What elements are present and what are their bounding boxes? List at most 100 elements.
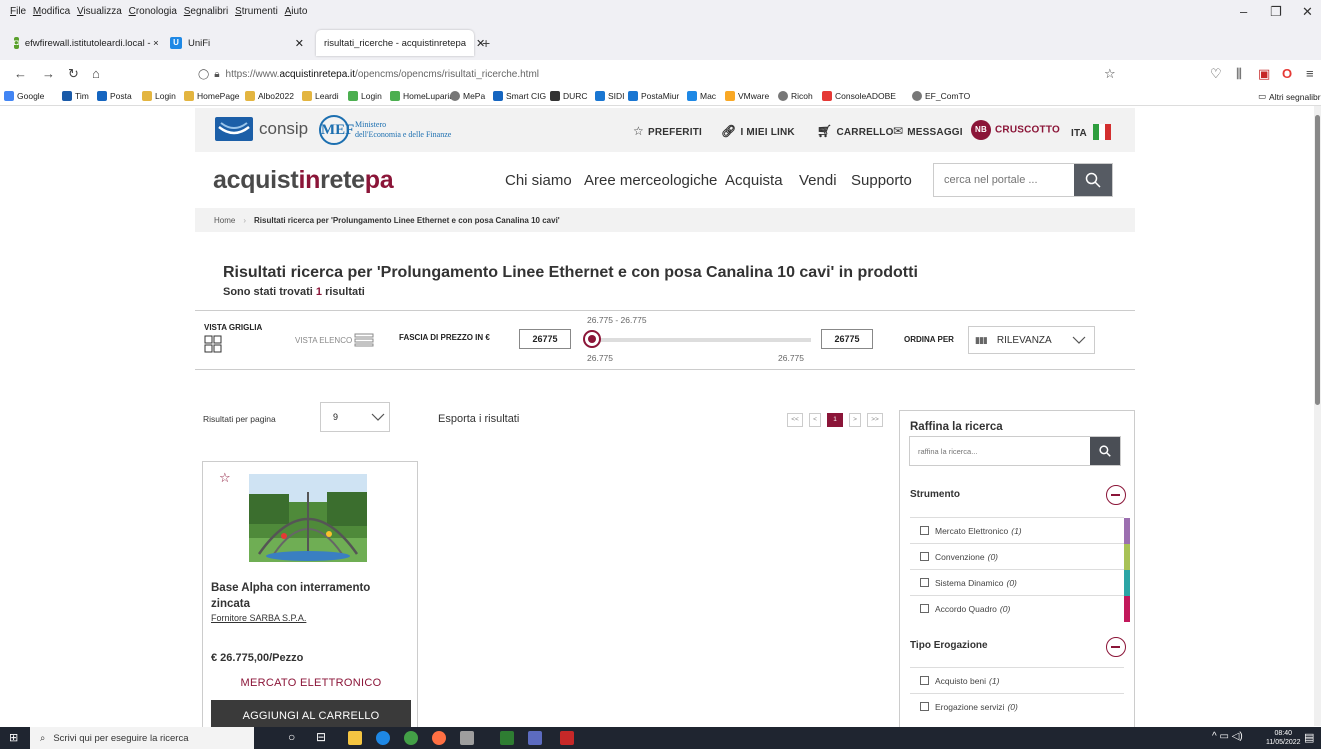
product-image[interactable] bbox=[249, 474, 367, 562]
close-tab-icon[interactable]: ✕ bbox=[285, 37, 304, 50]
sort-select[interactable]: ▮▮▮ RILEVANZA bbox=[968, 326, 1095, 354]
nav-supporto[interactable]: Supporto bbox=[851, 172, 912, 189]
collapse-strumento-icon[interactable] bbox=[1106, 485, 1126, 505]
taskbar-search[interactable]: ⌕ Scrivi qui per eseguire la ricerca bbox=[30, 727, 254, 749]
pdf-extension-icon[interactable]: ▣ bbox=[1258, 66, 1270, 82]
bookmark-posta[interactable]: Posta bbox=[97, 91, 132, 101]
menu-modifica[interactable]: Modifica bbox=[33, 6, 70, 17]
filter-option-accordo-quadro[interactable]: Accordo Quadro (0) bbox=[910, 595, 1130, 622]
export-results-link[interactable]: Esporta i risultati bbox=[438, 413, 519, 425]
mef-logo[interactable]: MEF Ministero dell'Economia e delle Fina… bbox=[319, 115, 451, 145]
acquistinretepa-logo[interactable]: acquistinretepa bbox=[213, 166, 394, 195]
menu-aiuto[interactable]: Aiuto bbox=[285, 6, 308, 17]
price-slider-track[interactable] bbox=[591, 338, 811, 342]
bookmark-tim[interactable]: Tim bbox=[62, 91, 89, 101]
menu-file[interactable]: File bbox=[10, 6, 26, 17]
bookmark-login[interactable]: Login bbox=[142, 91, 176, 101]
filter-option-acquisto-beni[interactable]: Acquisto beni (1) bbox=[910, 667, 1124, 693]
filter-option-mercato-elettronico[interactable]: Mercato Elettronico (1) bbox=[910, 517, 1130, 544]
product-supplier-link[interactable]: Fornitore SARBA S.P.A. bbox=[211, 613, 306, 623]
checkbox[interactable] bbox=[920, 702, 929, 711]
menu-strumenti[interactable]: Strumenti bbox=[235, 6, 278, 17]
edge-icon[interactable] bbox=[376, 731, 390, 745]
bookmark-star-icon[interactable]: ☆ bbox=[1104, 66, 1116, 82]
acrobat-icon[interactable] bbox=[560, 731, 574, 745]
cortana-icon[interactable]: ○ bbox=[288, 730, 295, 744]
bookmark-albo2022[interactable]: Albo2022 bbox=[245, 91, 294, 101]
consip-logo[interactable]: consip bbox=[215, 117, 308, 141]
carrello-link[interactable]: 🛒︎ CARRELLO bbox=[817, 124, 894, 138]
tray-icons[interactable]: ^ ▭ ◁) bbox=[1212, 731, 1243, 742]
price-slider-handle[interactable] bbox=[583, 330, 601, 348]
pocket-icon[interactable]: ♡ bbox=[1210, 66, 1222, 82]
filter-option-sistema-dinamico[interactable]: Sistema Dinamico (0) bbox=[910, 569, 1130, 596]
list-view-toggle[interactable]: VISTA ELENCO bbox=[295, 333, 374, 347]
menu-cronologia[interactable]: Cronologia bbox=[129, 6, 177, 17]
restore-icon[interactable]: ❐ bbox=[1270, 4, 1282, 20]
preferiti-link[interactable]: ☆ PREFERITI bbox=[633, 124, 702, 138]
price-max-input[interactable]: 26775 bbox=[821, 329, 873, 349]
library-icon[interactable]: ⫼ bbox=[1236, 66, 1242, 82]
favorite-star-icon[interactable]: ☆ bbox=[219, 470, 231, 486]
bookmark-homeluparia[interactable]: HomeLuparia bbox=[390, 91, 454, 101]
back-icon[interactable]: ← bbox=[14, 66, 27, 81]
tools-icon[interactable] bbox=[460, 731, 474, 745]
bookmark-homepage[interactable]: HomePage bbox=[184, 91, 240, 101]
bookmark-mepa[interactable]: MePa bbox=[450, 91, 485, 101]
nav-aree-merceologiche[interactable]: Aree merceologiche bbox=[584, 172, 717, 189]
cruscotto-link[interactable]: NB CRUSCOTTO bbox=[971, 120, 1060, 140]
bookmark-postamiur[interactable]: PostaMiur bbox=[628, 91, 679, 101]
reload-icon[interactable]: ↻ bbox=[68, 66, 79, 82]
product-title[interactable]: Base Alpha con interramento zincata bbox=[211, 580, 411, 612]
bookmark-consoleadobe[interactable]: ConsoleADOBE bbox=[822, 91, 896, 101]
pagination-last[interactable]: >> bbox=[867, 413, 883, 427]
home-icon[interactable]: ⌂ bbox=[92, 66, 100, 81]
app-icon[interactable] bbox=[528, 731, 542, 745]
bookmark-durc[interactable]: DURC bbox=[550, 91, 588, 101]
chrome-icon[interactable] bbox=[404, 731, 418, 745]
filter-option-convenzione[interactable]: Convenzione (0) bbox=[910, 543, 1130, 570]
forward-icon[interactable]: → bbox=[42, 66, 55, 81]
pagination-prev[interactable]: < bbox=[809, 413, 821, 427]
search-button[interactable] bbox=[1074, 164, 1112, 196]
new-tab-icon[interactable]: + bbox=[482, 35, 490, 51]
bookmark-ricoh[interactable]: Ricoh bbox=[778, 91, 813, 101]
notifications-icon[interactable]: ▤ bbox=[1304, 731, 1314, 744]
taskbar-clock[interactable]: 08:40 11/05/2022 bbox=[1266, 729, 1301, 747]
collapse-tipo-erogazione-icon[interactable] bbox=[1106, 637, 1126, 657]
bookmark-google[interactable]: Google bbox=[4, 91, 44, 101]
checkbox[interactable] bbox=[920, 676, 929, 685]
checkbox[interactable] bbox=[920, 578, 929, 587]
nav-vendi[interactable]: Vendi bbox=[799, 172, 837, 189]
opera-extension-icon[interactable]: O bbox=[1282, 66, 1292, 81]
other-bookmarks[interactable]: ▭ Altri segnalibri bbox=[1258, 91, 1321, 102]
search-input[interactable] bbox=[934, 164, 1076, 196]
bookmark-smartcig[interactable]: Smart CIG bbox=[493, 91, 546, 101]
breadcrumb-home[interactable]: Home bbox=[214, 216, 235, 225]
bookmark-vmware[interactable]: VMware bbox=[725, 91, 769, 101]
tab-firewall[interactable]: ◘ efwfirewall.istitutoleardi.local - × bbox=[6, 30, 159, 56]
spreadsheet-icon[interactable] bbox=[500, 731, 514, 745]
filter-option-erogazione-servizi[interactable]: Erogazione servizi (0) bbox=[910, 693, 1124, 719]
nav-chi-siamo[interactable]: Chi siamo bbox=[505, 172, 572, 189]
firefox-icon[interactable] bbox=[432, 731, 446, 745]
price-min-input[interactable]: 26775 bbox=[519, 329, 571, 349]
bookmark-login-2[interactable]: Login bbox=[348, 91, 382, 101]
bookmark-mac[interactable]: Mac bbox=[687, 91, 716, 101]
menu-visualizza[interactable]: Visualizza bbox=[77, 6, 122, 17]
miei-link-link[interactable]: 🔗︎ I MIEI LINK bbox=[721, 124, 795, 138]
nav-acquista[interactable]: Acquista bbox=[725, 172, 783, 189]
refine-search-button[interactable] bbox=[1090, 437, 1120, 465]
hamburger-menu-icon[interactable]: ≡ bbox=[1306, 66, 1314, 81]
refine-input[interactable] bbox=[910, 437, 1090, 465]
bookmark-leardi[interactable]: Leardi bbox=[302, 91, 339, 101]
file-explorer-icon[interactable] bbox=[348, 731, 362, 745]
pagination-next[interactable]: > bbox=[849, 413, 861, 427]
task-view-icon[interactable]: ⊟ bbox=[316, 730, 326, 744]
checkbox[interactable] bbox=[920, 526, 929, 535]
tab-acquistinretepa[interactable]: risultati_ricerche - acquistinretepa ✕ bbox=[316, 30, 485, 56]
language-selector[interactable]: ITA bbox=[1071, 124, 1111, 143]
close-window-icon[interactable]: ✕ bbox=[1302, 4, 1313, 20]
url-bar[interactable]: ◯ 🔒︎ https://www. acquistinretepa.it/open… bbox=[190, 64, 1130, 85]
checkbox[interactable] bbox=[920, 552, 929, 561]
